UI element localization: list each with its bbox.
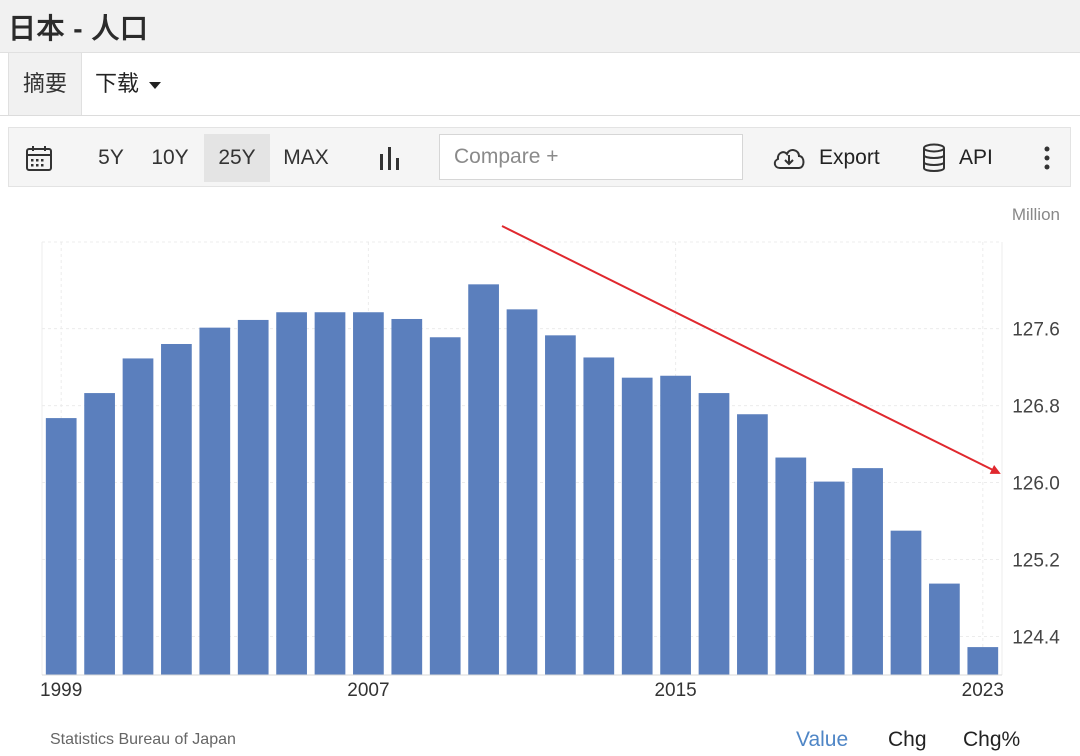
bar-2009[interactable]	[429, 337, 461, 675]
page-title: 日本 - 人口	[8, 13, 149, 44]
bar-2019[interactable]	[813, 481, 845, 675]
x-tick-label: 1999	[40, 680, 82, 701]
database-icon	[923, 143, 945, 172]
bar-2000[interactable]	[84, 393, 115, 675]
bar-2006[interactable]	[314, 312, 346, 675]
y-tick-label: 127.6	[1012, 320, 1060, 341]
bar-2003[interactable]	[199, 327, 231, 675]
range-max-button[interactable]: MAX	[277, 134, 335, 182]
bar-2023[interactable]	[967, 647, 999, 675]
bar-2012[interactable]	[545, 335, 576, 675]
export-label: Export	[819, 146, 880, 169]
x-tick-label: 2007	[347, 680, 389, 701]
chart-type-icon[interactable]	[377, 144, 403, 172]
bar-2010[interactable]	[468, 284, 499, 675]
bar-2005[interactable]	[276, 312, 307, 675]
tab-row: 摘要 下载	[0, 53, 1080, 116]
bar-2007[interactable]	[353, 312, 384, 675]
chart-area: Million 124.4 125.2 126.0 126.8 127.6 1999 2007…	[0, 190, 1080, 710]
y-tick-label: 126.8	[1012, 397, 1060, 418]
y-tick-label: 126.0	[1012, 474, 1060, 495]
more-options-icon[interactable]	[1039, 144, 1055, 172]
y-tick-label: 125.2	[1012, 551, 1060, 572]
compare-input[interactable]	[439, 134, 743, 180]
population-bar-chart: Million 124.4 125.2 126.0 126.8 127.6 1999 2007…	[40, 205, 1060, 701]
tab-chg-percent[interactable]: Chg%	[963, 728, 1020, 752]
bar-2017[interactable]	[737, 414, 768, 675]
tab-download-label: 下载	[95, 71, 140, 96]
bar-2008[interactable]	[391, 318, 423, 675]
api-label: API	[959, 146, 993, 169]
bar-2014[interactable]	[621, 377, 653, 675]
y-tick-label: 124.4	[1012, 628, 1060, 649]
caret-down-icon	[149, 81, 162, 89]
bar-2013[interactable]	[583, 357, 615, 675]
data-source[interactable]: Statistics Bureau of Japan	[50, 731, 236, 749]
tab-download[interactable]: 下载	[95, 53, 162, 115]
x-tick-label: 2023	[962, 680, 1004, 701]
title-bar: 日本 - 人口	[0, 0, 1080, 53]
tab-chg[interactable]: Chg	[888, 728, 927, 752]
range-10y-button[interactable]: 10Y	[143, 134, 197, 182]
bar-2021[interactable]	[890, 530, 922, 675]
bar-2020[interactable]	[852, 468, 883, 675]
bar-2022[interactable]	[929, 583, 960, 675]
bar-2016[interactable]	[698, 393, 730, 675]
tab-summary[interactable]: 摘要	[8, 53, 82, 115]
tab-value[interactable]: Value	[796, 728, 848, 752]
page: 日本 - 人口 摘要 下载 5Y 10Y 25Y MAX Compare + E…	[0, 0, 1080, 756]
bar-2001[interactable]	[122, 358, 154, 675]
calendar-icon[interactable]	[25, 144, 53, 172]
y-unit-label: Million	[1012, 205, 1060, 224]
range-25y-button[interactable]: 25Y	[204, 134, 270, 182]
bar-2004[interactable]	[237, 319, 269, 675]
chart-toolbar: 5Y 10Y 25Y MAX Export API	[8, 127, 1071, 187]
range-5y-button[interactable]: 5Y	[89, 134, 133, 182]
api-button[interactable]: API	[921, 134, 993, 182]
bar-1999[interactable]	[45, 418, 77, 675]
x-tick-label: 2015	[654, 680, 696, 701]
cloud-download-icon	[773, 149, 805, 169]
bar-2011[interactable]	[506, 309, 538, 675]
bar-2002[interactable]	[161, 343, 192, 675]
bar-2015[interactable]	[660, 375, 691, 675]
export-button[interactable]: Export	[771, 134, 880, 182]
bar-2018[interactable]	[775, 457, 807, 675]
